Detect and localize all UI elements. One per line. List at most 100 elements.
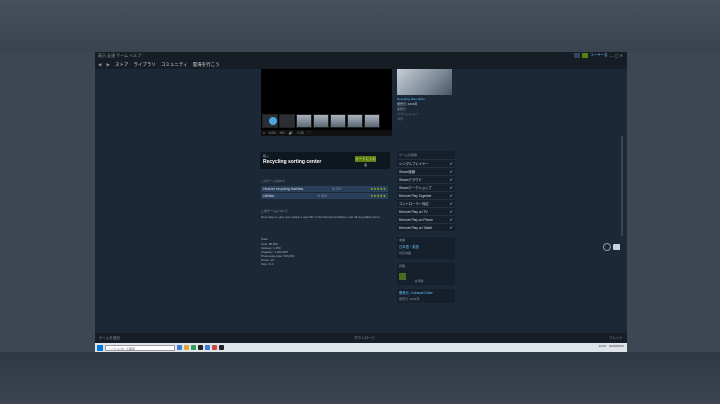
- nav-bar: ◀ ▶ ストア ライブラリ コミュニティ 雲海を行こう: [95, 61, 627, 69]
- feature-item[interactable]: Steamクラウド ✓: [397, 175, 455, 183]
- feature-label: Remote Play on TV: [399, 209, 428, 214]
- steam-taskbar-icon[interactable]: [219, 345, 224, 350]
- nav-store[interactable]: ストア: [115, 62, 129, 68]
- nav-library[interactable]: ライブラリ: [133, 62, 156, 68]
- feature-item[interactable]: Steamワークショップ ✓: [397, 183, 455, 191]
- title-bar: 表示 友達 ゲーム ヘルプ ユーザー名 — ▢ ✕: [95, 52, 627, 61]
- add-to-cart-button[interactable]: カートに入れる: [355, 156, 376, 167]
- user-name[interactable]: ユーザー名: [590, 53, 607, 58]
- clock-date[interactable]: 2023/06/01: [609, 344, 624, 348]
- steam-icon[interactable]: [603, 243, 611, 251]
- thumbnail[interactable]: [347, 114, 363, 128]
- extra-line[interactable]: 開発元: Colossal Order: [397, 289, 455, 296]
- dlc-price: ¥ 410: [317, 194, 327, 198]
- extra-line: 発売日: 2023年: [399, 297, 420, 301]
- steam-window: 表示 友達 ゲーム ヘルプ ユーザー名 — ▢ ✕ ◀ ▶ ストア ライブラリ …: [95, 52, 627, 352]
- scroll-thumb[interactable]: [621, 136, 623, 236]
- feature-label: シングルプレイヤー: [399, 162, 429, 166]
- feature-item[interactable]: Remote Play on Tablet ✓: [397, 223, 455, 231]
- video-controls: ⏸ 0:00 HD 🔊 1:30 ⛶: [261, 130, 392, 136]
- forward-button[interactable]: ▶: [106, 62, 109, 68]
- notification-icon[interactable]: [574, 53, 581, 58]
- info-line: タグ:: [397, 117, 404, 121]
- purchase-label: 購入: [263, 154, 270, 158]
- title-right: ユーザー名 — ▢ ✕: [574, 53, 623, 58]
- menu-bar[interactable]: 表示 友達 ゲーム ヘルプ: [98, 53, 141, 59]
- dlc-name: Heavier recycling facilities: [263, 187, 304, 191]
- check-icon: ✓: [449, 169, 453, 174]
- nav-community[interactable]: コミュニティ: [161, 62, 188, 68]
- dlc-stars: ★★★★★: [370, 187, 386, 191]
- thumbnail[interactable]: [279, 114, 295, 128]
- rating-box: 評価 全年齢: [397, 263, 455, 285]
- volume-icon[interactable]: 🔊: [289, 131, 293, 135]
- system-tray: 12:00 2023/06/01: [598, 344, 624, 348]
- check-icon: ✓: [449, 225, 453, 230]
- store-page: ⏸ 0:00 HD 🔊 1:30 ⛶ Recycling Demolition …: [95, 69, 627, 350]
- dlc-name: Utilities: [263, 194, 275, 198]
- feature-label: Remote Play on Phone: [399, 217, 433, 222]
- fullscreen-icon[interactable]: ⛶: [308, 131, 310, 135]
- app-icon[interactable]: [212, 345, 217, 350]
- pause-icon[interactable]: ⏸: [263, 131, 265, 135]
- app-icon[interactable]: [184, 345, 189, 350]
- add-game-button[interactable]: ゲームを追加: [99, 336, 120, 341]
- status-bar: ゲームを追加 ダウンロード フレンド: [95, 333, 627, 343]
- age-rating-icon: [399, 273, 406, 280]
- stat-line: Size: 4×4: [261, 262, 274, 266]
- game-info: Recycling Demolition 発売日: 2023年 開発元: パブリ…: [397, 97, 455, 122]
- background-bottom: [0, 352, 720, 404]
- back-button[interactable]: ◀: [98, 62, 101, 68]
- friends-button[interactable]: フレンド: [609, 336, 623, 341]
- taskbar: ここに入力して検索 12:00 2023/06/01: [95, 343, 627, 352]
- features-title: ゲームの特徴: [399, 153, 417, 157]
- features-panel: ゲームの特徴 シングルプレイヤー ✓ Steam実績 ✓ Steamクラウド ✓ St…: [397, 151, 455, 231]
- language-value[interactable]: 日本語・英語: [397, 243, 455, 250]
- feature-item[interactable]: シングルプレイヤー ✓: [397, 159, 455, 167]
- feature-item[interactable]: コントローラー対応 ✓: [397, 199, 455, 207]
- purchase-title: Recycling sorting center: [263, 159, 322, 165]
- feature-item[interactable]: Remote Play Together ✓: [397, 191, 455, 199]
- app-icon[interactable]: [205, 345, 210, 350]
- description-heading: このゲームについて: [261, 209, 288, 213]
- downloads-button[interactable]: ダウンロード: [354, 336, 375, 341]
- feature-item[interactable]: Steam実績 ✓: [397, 167, 455, 175]
- feature-label: コントローラー対応: [399, 202, 429, 206]
- start-icon[interactable]: [97, 344, 103, 351]
- app-icon[interactable]: [177, 345, 182, 350]
- check-icon: ✓: [449, 201, 453, 206]
- background-top: [0, 0, 720, 52]
- dlc-price: ¥ 720: [332, 187, 342, 191]
- time-current: 0:00: [268, 131, 276, 135]
- app-icon[interactable]: [198, 345, 203, 350]
- dlc-row[interactable]: Utilities ¥ 410 ★★★★★: [261, 193, 388, 199]
- scrollbar[interactable]: [620, 86, 624, 350]
- thumbnail[interactable]: [296, 114, 312, 128]
- dlc-stars: ★★★★★: [370, 194, 386, 198]
- stats-heading: Stats: [261, 237, 268, 241]
- dlc-row[interactable]: Heavier recycling facilities ¥ 720 ★★★★★: [261, 186, 388, 192]
- check-icon: ✓: [449, 217, 453, 222]
- window-controls[interactable]: — ▢ ✕: [610, 53, 623, 58]
- feature-item[interactable]: Remote Play on TV ✓: [397, 207, 455, 215]
- taskbar-search[interactable]: ここに入力して検索: [105, 344, 175, 351]
- feature-item[interactable]: Remote Play on Phone ✓: [397, 215, 455, 223]
- nav-path[interactable]: 雲海を行こう: [193, 62, 220, 68]
- hd-toggle[interactable]: HD: [280, 131, 285, 135]
- dlc-header: このゲームのDLC: [261, 179, 285, 183]
- thumbnail[interactable]: [364, 114, 380, 128]
- header-image: [397, 69, 452, 95]
- check-icon: ✓: [449, 177, 453, 182]
- check-icon: ✓: [449, 161, 453, 166]
- app-icon[interactable]: [191, 345, 196, 350]
- language-label-2: 対応言語: [399, 251, 412, 255]
- friends-icon[interactable]: [582, 53, 589, 58]
- play-icon[interactable]: [269, 117, 277, 125]
- thumbnail[interactable]: [313, 114, 329, 128]
- description-text: New ways to give your waste a new life! …: [261, 215, 381, 219]
- thumbnail-strip: [261, 114, 392, 128]
- thumbnail[interactable]: [330, 114, 346, 128]
- feature-label: Remote Play Together: [399, 193, 432, 198]
- time-total: 1:30: [296, 131, 304, 135]
- clock-time[interactable]: 12:00: [598, 344, 606, 348]
